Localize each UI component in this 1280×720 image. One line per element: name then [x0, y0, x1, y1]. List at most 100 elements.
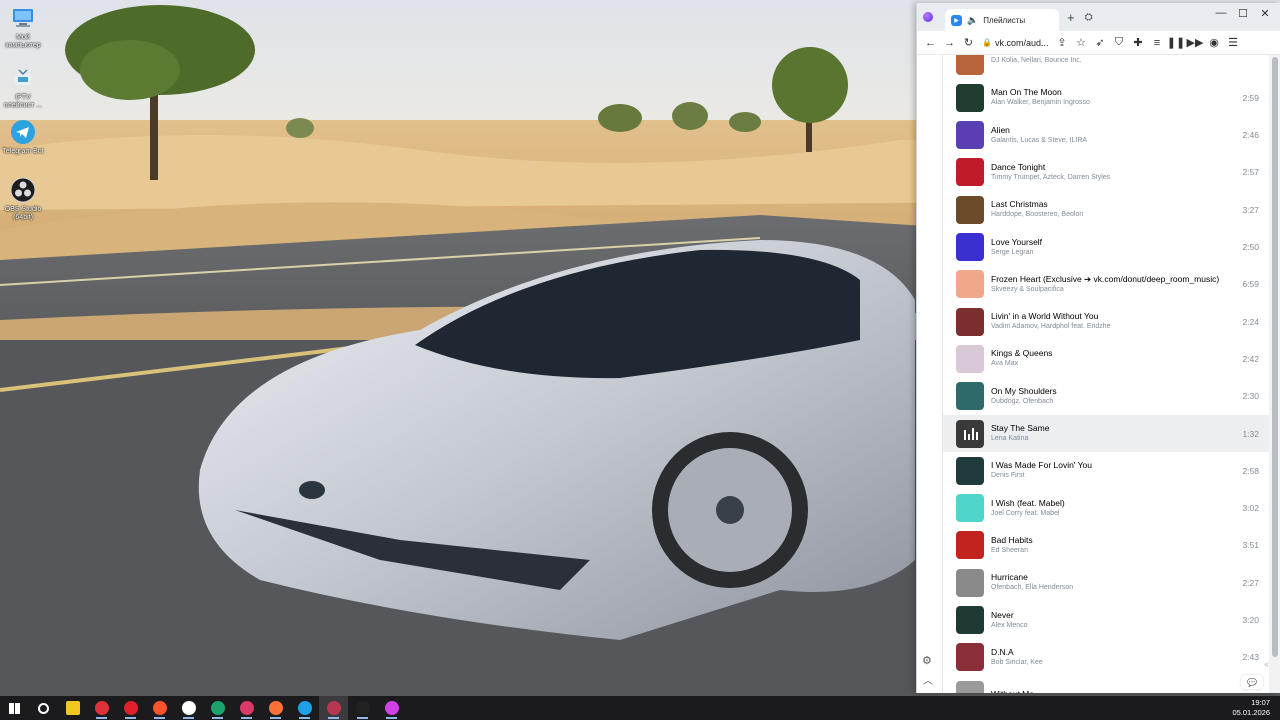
- playlist-icon[interactable]: ≡: [1150, 35, 1165, 50]
- track-row[interactable]: Kings & Queens Ava Max 2:42: [943, 340, 1269, 377]
- track-title[interactable]: On My Shoulders: [991, 386, 1239, 397]
- track-title[interactable]: Love Yourself: [991, 237, 1239, 248]
- bookmark-star-icon[interactable]: ☆: [1074, 35, 1089, 50]
- share-icon[interactable]: ⇪: [1055, 35, 1070, 50]
- track-artist[interactable]: Vadim Adamov, Hardphol feat. Endzhe: [991, 322, 1239, 332]
- track-row[interactable]: On My Shoulders Dubdogz, Ofenbach 2:30: [943, 378, 1269, 415]
- desktop-icon-iptv[interactable]: IPTV плейлист ...: [2, 64, 44, 110]
- taskbar-firefox-button[interactable]: [261, 696, 290, 720]
- track-row[interactable]: Alien Galantis, Lucas & Steve, ILIRA 2:46: [943, 117, 1269, 154]
- album-cover-image[interactable]: [956, 270, 984, 299]
- track-title[interactable]: I Was Made For Lovin' You: [991, 460, 1239, 471]
- settings-gear-icon[interactable]: ⚙: [922, 654, 932, 667]
- album-cover-image[interactable]: [956, 680, 984, 693]
- speaker-icon[interactable]: 🔈: [967, 15, 978, 26]
- track-title[interactable]: Dance Tonight: [991, 162, 1239, 173]
- rocket-icon[interactable]: ➶: [1093, 35, 1108, 50]
- taskbar-windows-start-button[interactable]: [0, 696, 29, 720]
- system-clock[interactable]: 19:07 05.01.2026: [1232, 698, 1270, 718]
- incognito-icon[interactable]: ⛭: [1085, 12, 1093, 23]
- track-artist[interactable]: Alex Menco: [991, 621, 1239, 631]
- album-cover-image[interactable]: [956, 419, 984, 448]
- tab-playlists[interactable]: ▶ 🔈 Плейлисты: [945, 9, 1059, 31]
- track-title[interactable]: Hurricane: [991, 572, 1239, 583]
- collapse-icon[interactable]: «: [1264, 659, 1269, 669]
- track-artist[interactable]: Timmy Trumpet, Azteck, Darren Styles: [991, 173, 1239, 183]
- profile-icon[interactable]: ◉: [1207, 35, 1222, 50]
- taskbar-yandex-browser-button[interactable]: [174, 696, 203, 720]
- menu-icon[interactable]: ☰: [1226, 35, 1241, 50]
- track-title[interactable]: Last Christmas: [991, 199, 1239, 210]
- taskbar-search-button[interactable]: [29, 696, 58, 720]
- track-artist[interactable]: Ed Sheeran: [991, 546, 1239, 556]
- track-row[interactable]: Love Yourself Serge Legran 2:50: [943, 229, 1269, 266]
- browser-app-icon[interactable]: [923, 12, 933, 22]
- track-row[interactable]: Hurricane Ofenbach, Ella Henderson 2:27: [943, 564, 1269, 601]
- track-artist[interactable]: Lena Katina: [991, 434, 1239, 444]
- track-row[interactable]: Bad Habits Ed Sheeran 3:51: [943, 527, 1269, 564]
- taskbar-opera-button[interactable]: [116, 696, 145, 720]
- track-title[interactable]: Bad Habits: [991, 535, 1239, 546]
- new-tab-button[interactable]: +: [1067, 10, 1075, 25]
- album-cover-image[interactable]: [956, 195, 984, 224]
- taskbar-file-explorer-button[interactable]: [58, 696, 87, 720]
- taskbar-obs-button[interactable]: [348, 696, 377, 720]
- shield-icon[interactable]: ⛉: [1112, 35, 1127, 50]
- album-cover-image[interactable]: [956, 568, 984, 597]
- track-title[interactable]: Stay The Same: [991, 423, 1239, 434]
- track-row[interactable]: I Wish (feat. Mabel) Joel Corry feat. Mab…: [943, 490, 1269, 527]
- desktop-icon-telegram[interactable]: Telegram Bot: [2, 118, 44, 156]
- taskbar-edge-button[interactable]: [290, 696, 319, 720]
- track-title[interactable]: Alien: [991, 125, 1239, 136]
- minimize-button[interactable]: —: [1210, 7, 1232, 20]
- track-title[interactable]: D.N.A: [991, 647, 1239, 658]
- extensions-icon[interactable]: ✚: [1131, 35, 1146, 50]
- track-artist[interactable]: Harddope, Boostereo, Beolon: [991, 210, 1239, 220]
- track-artist[interactable]: Dubdogz, Ofenbach: [991, 397, 1239, 407]
- taskbar-app-button[interactable]: [377, 696, 406, 720]
- address-bar[interactable]: 🔒 vk.com/aud...: [982, 38, 1049, 48]
- taskbar-chromium-button[interactable]: [203, 696, 232, 720]
- track-artist[interactable]: DJ Kolia, Nellari, Bounce Inc.: [991, 56, 1239, 66]
- album-cover-image[interactable]: [956, 531, 984, 560]
- pause-icon[interactable]: ❚❚: [1167, 35, 1185, 50]
- track-row[interactable]: I Was Made For Lovin' You Denis First 2:58: [943, 452, 1269, 489]
- track-row[interactable]: Never Alex Menco 3:20: [943, 602, 1269, 639]
- next-track-icon[interactable]: ▶▶: [1187, 35, 1204, 50]
- track-row[interactable]: Last Christmas Harddope, Boostereo, Beolo…: [943, 191, 1269, 228]
- track-artist[interactable]: Skveezy & Soulpacifica: [991, 285, 1239, 295]
- album-cover-image[interactable]: [956, 494, 984, 523]
- chevron-up-icon[interactable]: ︿: [923, 672, 933, 687]
- maximize-button[interactable]: ☐: [1232, 7, 1254, 20]
- track-title[interactable]: Frozen Heart (Exclusive ➔ vk.com/donut/d…: [991, 274, 1239, 285]
- taskbar-brave-button[interactable]: [145, 696, 174, 720]
- track-artist[interactable]: Ava Max: [991, 359, 1239, 369]
- desktop-icon-my-computer[interactable]: Мой компьютер: [2, 4, 44, 50]
- track-artist[interactable]: Denis First: [991, 471, 1239, 481]
- track-artist[interactable]: Serge Legran: [991, 248, 1239, 258]
- track-artist[interactable]: Ofenbach, Ella Henderson: [991, 583, 1239, 593]
- album-cover-image[interactable]: [956, 643, 984, 672]
- track-row[interactable]: Stay The Same Lena Katina 1:32: [943, 415, 1269, 452]
- album-cover-image[interactable]: [956, 83, 984, 112]
- track-title[interactable]: Kings & Queens: [991, 348, 1239, 359]
- album-cover-image[interactable]: [956, 382, 984, 411]
- taskbar-browser-button[interactable]: [232, 696, 261, 720]
- album-cover-image[interactable]: [956, 158, 984, 187]
- track-row[interactable]: Frozen Heart (Exclusive ➔ vk.com/donut/d…: [943, 266, 1269, 303]
- chat-icon[interactable]: 💬: [1241, 675, 1263, 689]
- reload-icon[interactable]: ↻: [961, 35, 976, 50]
- album-cover-image[interactable]: [956, 606, 984, 634]
- album-cover-image[interactable]: [956, 55, 984, 75]
- forward-arrow-icon[interactable]: →: [942, 35, 957, 50]
- album-cover-image[interactable]: [956, 456, 984, 485]
- track-artist[interactable]: Bob Sinclar, Kee: [991, 658, 1239, 668]
- track-title[interactable]: Livin' in a World Without You: [991, 311, 1239, 322]
- album-cover-image[interactable]: [956, 344, 984, 373]
- track-title[interactable]: Without Me: [991, 689, 1239, 693]
- track-artist[interactable]: Joel Corry feat. Mabel: [991, 509, 1239, 519]
- track-title[interactable]: I Wish (feat. Mabel): [991, 498, 1239, 509]
- track-artist[interactable]: Galantis, Lucas & Steve, ILIRA: [991, 136, 1239, 146]
- scrollbar-thumb[interactable]: [1272, 57, 1278, 657]
- taskbar-active-browser-button[interactable]: [319, 696, 348, 720]
